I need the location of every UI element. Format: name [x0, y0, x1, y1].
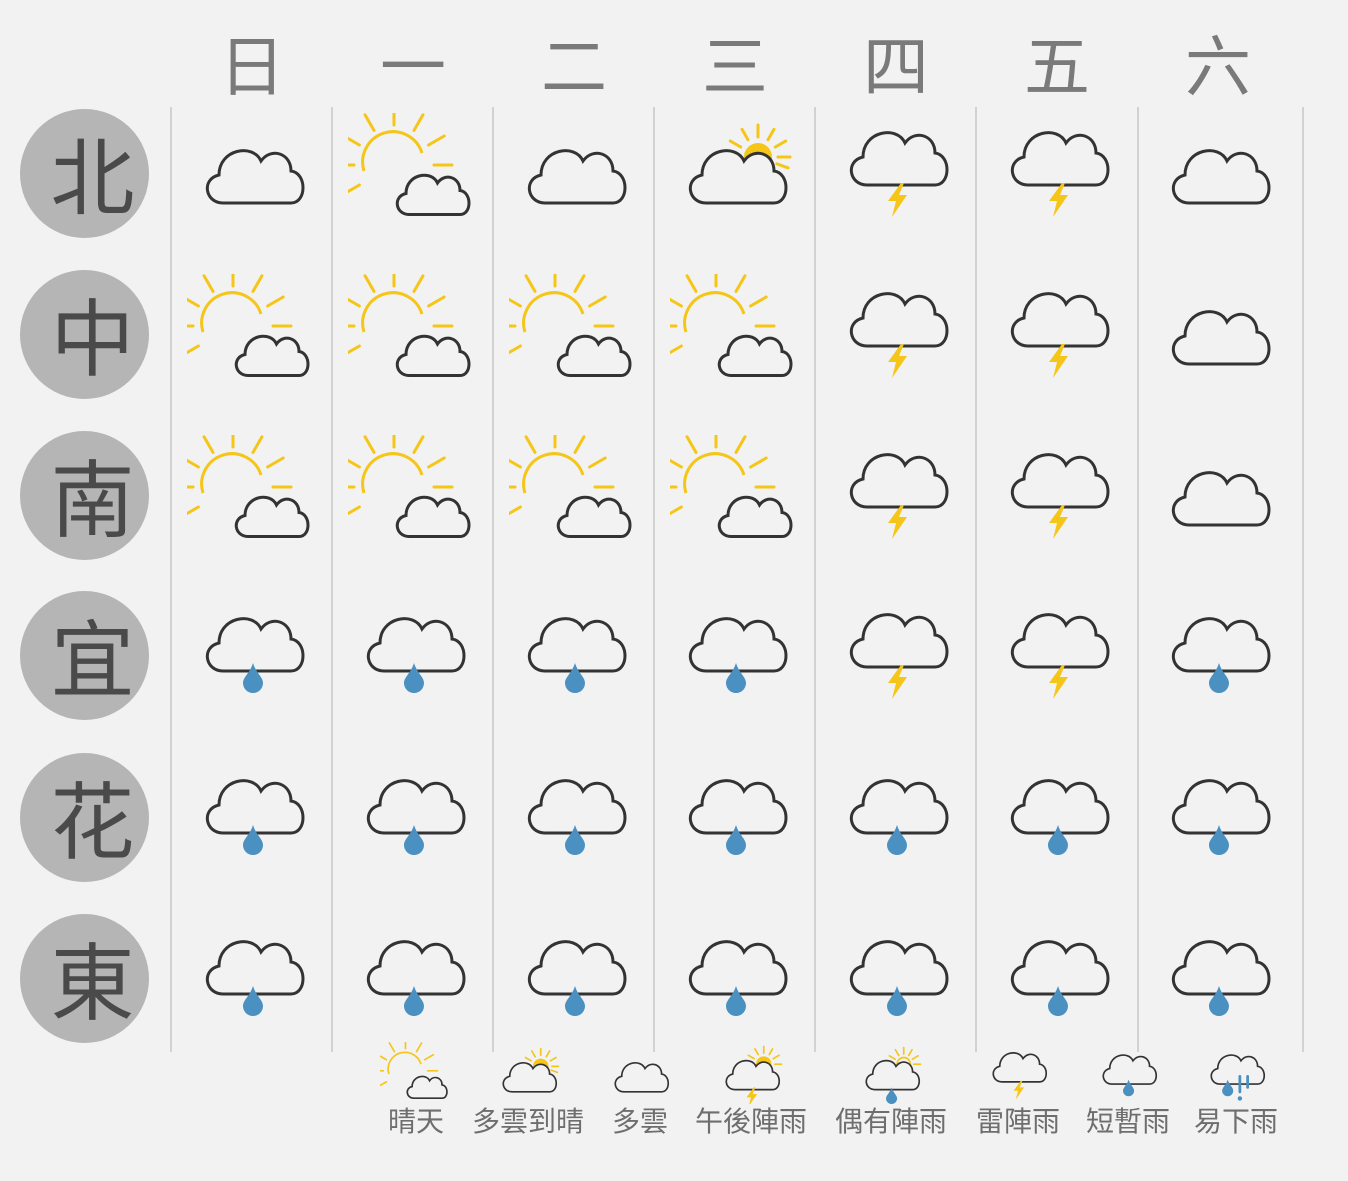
showers-icon: [509, 918, 639, 1030]
legend-item: 偶有陣雨: [831, 1042, 951, 1140]
sunny-icon: [348, 113, 478, 225]
column-divider: [331, 107, 333, 1052]
region-badge: 北: [20, 109, 149, 238]
region-label: 南: [50, 452, 135, 550]
weather-forecast-grid: 日 一 二 三 四 五 六北 中 南 宜 花 東 晴天 多雲到晴 多雲 午後陣雨 偶有陣雨 …: [0, 0, 1348, 1181]
legend-item: 短暫雨: [1068, 1042, 1188, 1140]
legend-label: 晴天: [387, 1105, 444, 1138]
afternoon-thunder-icon: [691, 1042, 811, 1104]
showers-icon: [348, 757, 478, 869]
legend-item: 易下雨: [1176, 1042, 1296, 1140]
cloudy-icon: [1153, 435, 1283, 547]
thunderstorm-icon: [831, 113, 961, 225]
rain-likely-icon: [1176, 1042, 1296, 1104]
showers-icon: [992, 757, 1122, 869]
showers-icon: [187, 595, 317, 707]
showers-icon: [670, 918, 800, 1030]
showers-icon: [187, 918, 317, 1030]
sunny-icon: [670, 435, 800, 547]
legend-label: 雷陣雨: [975, 1105, 1060, 1138]
sunny-icon: [348, 274, 478, 386]
column-divider: [170, 107, 172, 1052]
region-badge: 中: [20, 270, 149, 399]
thunderstorm-icon: [831, 435, 961, 547]
region-badge: 南: [20, 431, 149, 560]
region-label: 北: [50, 130, 135, 228]
showers-icon: [509, 757, 639, 869]
day-header-4: 四: [863, 29, 929, 106]
column-divider: [653, 107, 655, 1052]
showers-icon: [1153, 757, 1283, 869]
day-header-3: 三: [702, 29, 768, 106]
sunny-icon: [356, 1042, 476, 1104]
sunny-icon: [509, 274, 639, 386]
legend-label: 易下雨: [1193, 1105, 1278, 1138]
legend-item: 午後陣雨: [691, 1042, 811, 1140]
sunny-icon: [670, 274, 800, 386]
cloudy-to-sunny-icon: [670, 113, 800, 225]
thunderstorm-icon: [992, 274, 1122, 386]
sunny-icon: [509, 435, 639, 547]
day-header-1: 一: [380, 29, 446, 106]
cloudy-icon: [187, 113, 317, 225]
region-label: 宜: [50, 612, 135, 710]
day-header-5: 五: [1024, 29, 1090, 106]
showers-icon: [1068, 1042, 1188, 1104]
showers-icon: [1153, 595, 1283, 707]
column-divider: [814, 107, 816, 1052]
thunderstorm-icon: [992, 435, 1122, 547]
cloudy-icon: [580, 1042, 700, 1104]
showers-icon: [670, 757, 800, 869]
showers-icon: [509, 595, 639, 707]
legend-label: 偶有陣雨: [834, 1105, 947, 1138]
showers-icon: [187, 757, 317, 869]
cloudy-icon: [509, 113, 639, 225]
region-label: 東: [50, 935, 135, 1033]
legend-item: 晴天: [356, 1042, 476, 1140]
occasional-showers-icon: [831, 1042, 951, 1104]
region-label: 花: [50, 774, 135, 872]
cloudy-to-sunny-icon: [468, 1042, 588, 1104]
showers-icon: [831, 918, 961, 1030]
thunderstorm-icon: [992, 113, 1122, 225]
region-label: 中: [50, 291, 135, 389]
region-badge: 宜: [20, 591, 149, 720]
showers-icon: [348, 595, 478, 707]
showers-icon: [670, 595, 800, 707]
region-badge: 花: [20, 753, 149, 882]
legend-label: 多雲: [611, 1105, 668, 1138]
legend-label: 午後陣雨: [694, 1105, 807, 1138]
legend-item: 多雲: [580, 1042, 700, 1140]
region-badge: 東: [20, 914, 149, 1043]
showers-icon: [348, 918, 478, 1030]
thunderstorm-icon: [831, 595, 961, 707]
showers-icon: [992, 918, 1122, 1030]
column-divider: [492, 107, 494, 1052]
thunderstorm-icon: [992, 595, 1122, 707]
legend-item: 多雲到晴: [468, 1042, 588, 1140]
column-divider: [1302, 107, 1304, 1052]
cloudy-icon: [1153, 113, 1283, 225]
column-divider: [1137, 107, 1139, 1052]
thunderstorm-icon: [831, 274, 961, 386]
showers-icon: [831, 757, 961, 869]
legend-item: 雷陣雨: [958, 1042, 1078, 1140]
day-header-6: 六: [1185, 29, 1251, 106]
cloudy-icon: [1153, 274, 1283, 386]
sunny-icon: [187, 435, 317, 547]
thunderstorm-icon: [958, 1042, 1078, 1104]
day-header-2: 二: [541, 29, 607, 106]
showers-icon: [1153, 918, 1283, 1030]
legend-label: 多雲到晴: [471, 1105, 584, 1138]
legend-label: 短暫雨: [1085, 1105, 1170, 1138]
column-divider: [975, 107, 977, 1052]
sunny-icon: [187, 274, 317, 386]
sunny-icon: [348, 435, 478, 547]
day-header-0: 日: [219, 29, 285, 106]
